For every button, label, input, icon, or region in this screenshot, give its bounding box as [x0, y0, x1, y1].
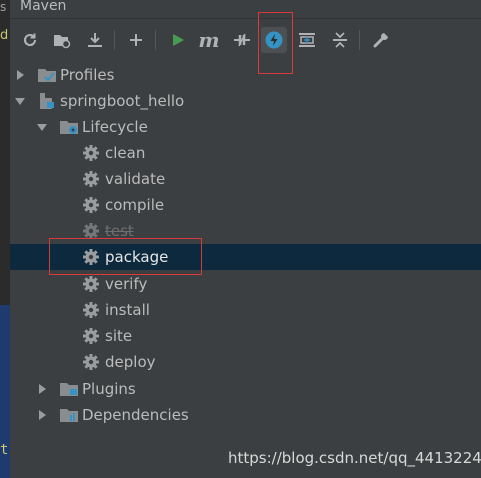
- gutter-char: s: [0, 0, 7, 14]
- tree-item-label: springboot_hello: [60, 92, 185, 110]
- tool-window-header: Maven: [10, 0, 481, 18]
- collapse-arrow-icon[interactable]: [15, 96, 25, 106]
- annotation-highlight-box: [258, 12, 293, 74]
- tool-window-title: Maven: [20, 0, 67, 14]
- lifecycle-folder-icon: [60, 121, 78, 134]
- run-button[interactable]: [165, 27, 191, 53]
- gear-icon: [83, 145, 99, 161]
- maven-project-icon: [40, 93, 54, 109]
- tree-item-label: deploy: [105, 353, 156, 371]
- watermark-text: https://blog.csdn.net/qq_44132240: [228, 449, 481, 467]
- settings-button[interactable]: [368, 27, 394, 53]
- collapse-arrow-icon[interactable]: [37, 122, 47, 132]
- tree-item-label: Plugins: [82, 380, 136, 398]
- generate-sources-icon: [54, 35, 71, 49]
- editor-gutter: s d t: [0, 0, 10, 478]
- lifecycle-phase-clean[interactable]: clean: [10, 140, 481, 166]
- gutter-char: t: [0, 442, 9, 458]
- execute-goal-icon: m: [198, 28, 220, 52]
- lifecycle-phase-site[interactable]: site: [10, 323, 481, 349]
- dependencies-folder-icon: [60, 409, 78, 422]
- run-icon: [173, 34, 184, 46]
- generate-sources-button[interactable]: [49, 27, 75, 53]
- reload-icon: [23, 33, 36, 47]
- lifecycle-phase-deploy[interactable]: deploy: [10, 349, 481, 375]
- tree-item-dependencies[interactable]: Dependencies: [10, 402, 481, 428]
- tree-item-label: install: [105, 301, 150, 319]
- tree-item-label: site: [105, 327, 133, 345]
- toolbar-separator: [114, 30, 115, 50]
- tree-item-project[interactable]: springboot_hello: [10, 88, 481, 114]
- execute-goal-button[interactable]: m: [196, 27, 222, 53]
- gear-icon: [83, 171, 99, 187]
- toolbar-separator: [155, 30, 156, 50]
- collapse-all-icon: [333, 32, 347, 48]
- reload-button[interactable]: [17, 27, 43, 53]
- profiles-icon: [38, 69, 56, 82]
- toggle-offline-icon: [234, 33, 250, 47]
- gear-icon: [83, 276, 99, 292]
- add-button[interactable]: [123, 27, 149, 53]
- settings-wrench-icon: [373, 33, 388, 48]
- gear-icon: [83, 328, 99, 344]
- tree-item-label: Profiles: [60, 66, 115, 84]
- gear-icon: [83, 302, 99, 318]
- show-dependencies-button[interactable]: [294, 27, 320, 53]
- add-icon: [130, 34, 142, 46]
- download-icon: [88, 33, 102, 47]
- tree-item-label: clean: [105, 144, 146, 162]
- plugins-folder-icon: [60, 383, 78, 396]
- lifecycle-phase-validate[interactable]: validate: [10, 166, 481, 192]
- lifecycle-phase-compile[interactable]: compile: [10, 192, 481, 218]
- tree-item-label: Dependencies: [82, 406, 189, 424]
- annotation-highlight-box: [49, 238, 202, 275]
- tree-item-profiles[interactable]: Profiles: [10, 62, 481, 88]
- maven-toolbar: m: [10, 19, 481, 59]
- toggle-offline-button[interactable]: [229, 27, 255, 53]
- collapse-all-button[interactable]: [327, 27, 353, 53]
- gear-icon: [83, 197, 99, 213]
- toolbar-separator: [359, 30, 360, 50]
- tree-item-lifecycle[interactable]: Lifecycle: [10, 114, 481, 140]
- gear-icon: [83, 354, 99, 370]
- tree-item-plugins[interactable]: Plugins: [10, 376, 481, 402]
- tree-item-label: compile: [105, 196, 165, 214]
- expand-arrow-icon[interactable]: [37, 384, 47, 394]
- tree-item-label: Lifecycle: [82, 118, 148, 136]
- expand-arrow-icon[interactable]: [37, 410, 47, 420]
- lifecycle-phase-install[interactable]: install: [10, 297, 481, 323]
- download-button[interactable]: [82, 27, 108, 53]
- show-dependencies-icon: [299, 33, 315, 47]
- tree-item-label: validate: [105, 170, 166, 188]
- expand-arrow-icon[interactable]: [15, 70, 25, 80]
- gutter-char: d: [0, 26, 10, 46]
